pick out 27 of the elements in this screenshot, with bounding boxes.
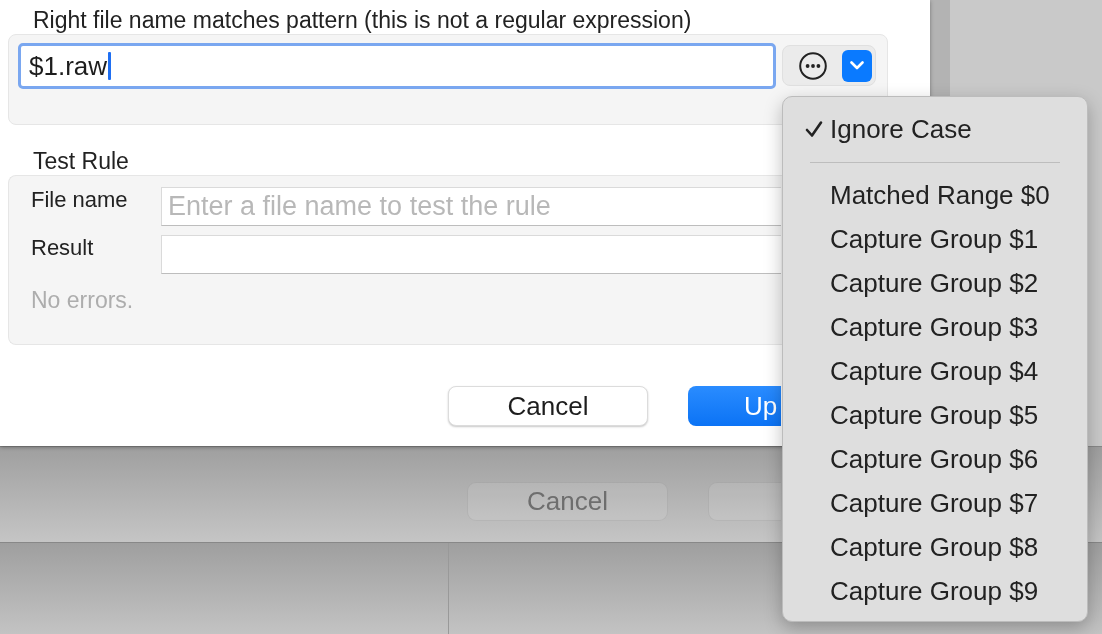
- more-button[interactable]: [799, 51, 827, 80]
- menu-item[interactable]: Capture Group $6: [793, 437, 1077, 481]
- result-field[interactable]: [161, 235, 781, 274]
- status-text: No errors.: [31, 288, 134, 312]
- pattern-field[interactable]: $1.raw: [18, 43, 776, 89]
- menu-item[interactable]: Capture Group $7: [793, 481, 1077, 525]
- update-button[interactable]: Up: [688, 386, 781, 426]
- menu-item[interactable]: Capture Group $4: [793, 349, 1077, 393]
- menu-item[interactable]: Capture Group $1: [793, 217, 1077, 261]
- ellipsis-circle-icon: [799, 51, 827, 80]
- menu-item[interactable]: Capture Group $8: [793, 525, 1077, 569]
- text-cursor-icon: [108, 52, 112, 80]
- dropdown-button[interactable]: [842, 49, 872, 82]
- section-title: Test Rule: [33, 149, 129, 173]
- menu-item[interactable]: Capture Group $5: [793, 393, 1077, 437]
- menu-item[interactable]: Capture Group $9: [793, 569, 1077, 613]
- menu-item[interactable]: Capture Group $3: [793, 305, 1077, 349]
- cancel-button[interactable]: Cancel: [448, 386, 648, 426]
- menu-item[interactable]: Matched Range $0: [793, 173, 1077, 217]
- field-label: Result: [31, 235, 94, 262]
- checkmark-icon: [805, 120, 823, 138]
- chevron-down-icon: [850, 61, 864, 70]
- menu-item[interactable]: Capture Group $2: [793, 261, 1077, 305]
- field-label: File name: [31, 187, 128, 214]
- menu-item[interactable]: Ignore Case: [793, 107, 1077, 151]
- pattern-label: Right file name matches pattern (this is not a regular expression): [33, 6, 692, 34]
- file-name-field[interactable]: Enter a file name to test the rule: [161, 187, 781, 226]
